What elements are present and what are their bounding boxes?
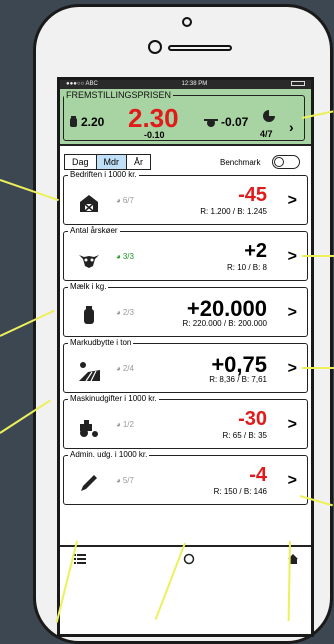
- benchmark-label: Benchmark: [220, 158, 261, 167]
- card-score: ◕ 1/2: [116, 420, 134, 429]
- card-title: Mælk i kg.: [68, 282, 109, 291]
- pie-chart-icon: ◕: [116, 364, 121, 373]
- card-title: Antal årskøer: [68, 226, 120, 235]
- chevron-right-icon[interactable]: >: [288, 360, 297, 378]
- field-icon: [79, 362, 100, 382]
- card-value: -4: [249, 464, 267, 486]
- toggle-knob: [274, 157, 284, 167]
- price-panel-title: FREMSTILLINGSPRISEN: [64, 90, 174, 100]
- card-score: ◕ 3/3: [116, 252, 134, 261]
- pie-chart-icon: ◕: [116, 196, 121, 205]
- card-value: +2: [244, 240, 267, 262]
- score-value: 2/4: [122, 364, 134, 373]
- pie-chart-icon: ◕: [116, 252, 121, 261]
- circle-icon[interactable]: [183, 553, 195, 565]
- tab-mdr[interactable]: Mdr: [96, 155, 128, 169]
- card-title: Markudbytte i ton: [68, 338, 134, 347]
- pie-chart-icon: [263, 109, 276, 122]
- pie-chart-icon: ◕: [116, 308, 121, 317]
- card-detail: R: 8,36 / B: 7,61: [209, 375, 267, 384]
- tab-ar[interactable]: År: [127, 155, 150, 169]
- price-right: -0.07: [204, 115, 248, 129]
- tab-dag[interactable]: Dag: [65, 155, 97, 169]
- card-score: ◕ 2/4: [116, 364, 134, 373]
- score-value: 6/7: [122, 196, 134, 205]
- kpi-card-markudbytte[interactable]: Markudbytte i ton ◕ 2/4 +0,75 R: 8,36 / B…: [63, 338, 308, 393]
- chevron-right-icon[interactable]: >: [288, 416, 297, 434]
- chevron-right-icon[interactable]: >: [288, 472, 297, 490]
- kpi-card-maskinudgifter[interactable]: Maskinudgifter i 1000 kr. ◕ 1/2 -30 R: 65…: [63, 394, 308, 449]
- kpi-list: Bedriften i 1000 kr. ◕ 6/7 -45 R: 1.200 /…: [60, 170, 311, 511]
- annotation-line: [302, 255, 334, 257]
- pencil-icon: [81, 475, 97, 491]
- chevron-right-icon[interactable]: >: [288, 192, 297, 210]
- period-selector: Dag Mdr År: [64, 154, 152, 170]
- pie-chart-icon: ◕: [116, 420, 121, 429]
- price-left-value: 2.20: [81, 115, 105, 129]
- bottom-nav: [60, 545, 311, 572]
- score-value: 2/3: [122, 308, 134, 317]
- score-value: 5/7: [122, 476, 134, 485]
- score-value: 1/2: [122, 420, 134, 429]
- score-value: 3/3: [122, 252, 134, 261]
- price-fraction: 4/7: [260, 129, 273, 139]
- card-value: -45: [238, 184, 267, 206]
- price-main-delta: -0.10: [144, 130, 165, 140]
- cow-head-icon: [204, 119, 218, 127]
- price-more-chevron-icon[interactable]: ›: [289, 119, 294, 135]
- card-title: Bedriften i 1000 kr.: [68, 170, 139, 179]
- barn-icon: [80, 195, 98, 212]
- card-detail: R: 150 / B: 146: [213, 487, 267, 496]
- app-screen: ●●●○○ ABC 12:38 PM FREMSTILLINGSPRISEN 2…: [57, 77, 314, 637]
- card-detail: R: 10 / B: 8: [226, 263, 267, 272]
- cow-icon: [79, 255, 99, 268]
- kpi-card-maelk[interactable]: Mælk i kg. ◕ 2/3 +20.000 R: 220.000 / B: …: [63, 282, 308, 337]
- speaker-icon: [168, 45, 232, 51]
- milk-bottle-icon: [70, 116, 77, 127]
- card-title: Maskinudgifter i 1000 kr.: [68, 394, 159, 403]
- card-detail: R: 220.000 / B: 200.000: [182, 319, 267, 328]
- price-panel[interactable]: FREMSTILLINGSPRISEN 2.20 2.30 -0.10 -0.0…: [60, 89, 311, 146]
- list-icon[interactable]: [74, 553, 86, 565]
- time-label: 12:38 PM: [181, 81, 208, 87]
- tractor-icon: [80, 420, 98, 437]
- kpi-card-antal-arskoer[interactable]: Antal årskøer ◕ 3/3 +2 R: 10 / B: 8 >: [63, 226, 308, 281]
- battery-icon: [290, 81, 305, 86]
- benchmark-toggle[interactable]: [272, 155, 300, 169]
- chevron-right-icon[interactable]: >: [288, 248, 297, 266]
- filter-toolbar: Dag Mdr År Benchmark: [60, 150, 311, 172]
- card-score: ◕ 6/7: [116, 196, 134, 205]
- annotation-line: [302, 367, 334, 369]
- chevron-right-icon[interactable]: >: [288, 304, 297, 322]
- kpi-card-admin[interactable]: Admin. udg. i 1000 kr. ◕ 5/7 -4 R: 150 / …: [63, 450, 308, 505]
- card-title: Admin. udg. i 1000 kr.: [68, 450, 150, 459]
- milk-can-icon: [84, 306, 94, 324]
- kpi-card-bedriften[interactable]: Bedriften i 1000 kr. ◕ 6/7 -45 R: 1.200 /…: [63, 170, 308, 225]
- price-right-value: -0.07: [221, 115, 249, 129]
- camera-icon: [182, 17, 192, 27]
- card-score: ◕ 2/3: [116, 308, 134, 317]
- carrier-label: ●●●○○ ABC: [66, 81, 98, 87]
- price-left: 2.20: [68, 115, 104, 129]
- card-detail: R: 1.200 / B: 1.245: [200, 207, 267, 216]
- card-value: -30: [238, 408, 267, 430]
- pie-chart-icon: ◕: [116, 476, 121, 485]
- card-detail: R: 65 / B: 35: [222, 431, 267, 440]
- front-sensor-icon: [148, 40, 162, 54]
- status-bar: ●●●○○ ABC 12:38 PM: [60, 80, 311, 89]
- card-score: ◕ 5/7: [116, 476, 134, 485]
